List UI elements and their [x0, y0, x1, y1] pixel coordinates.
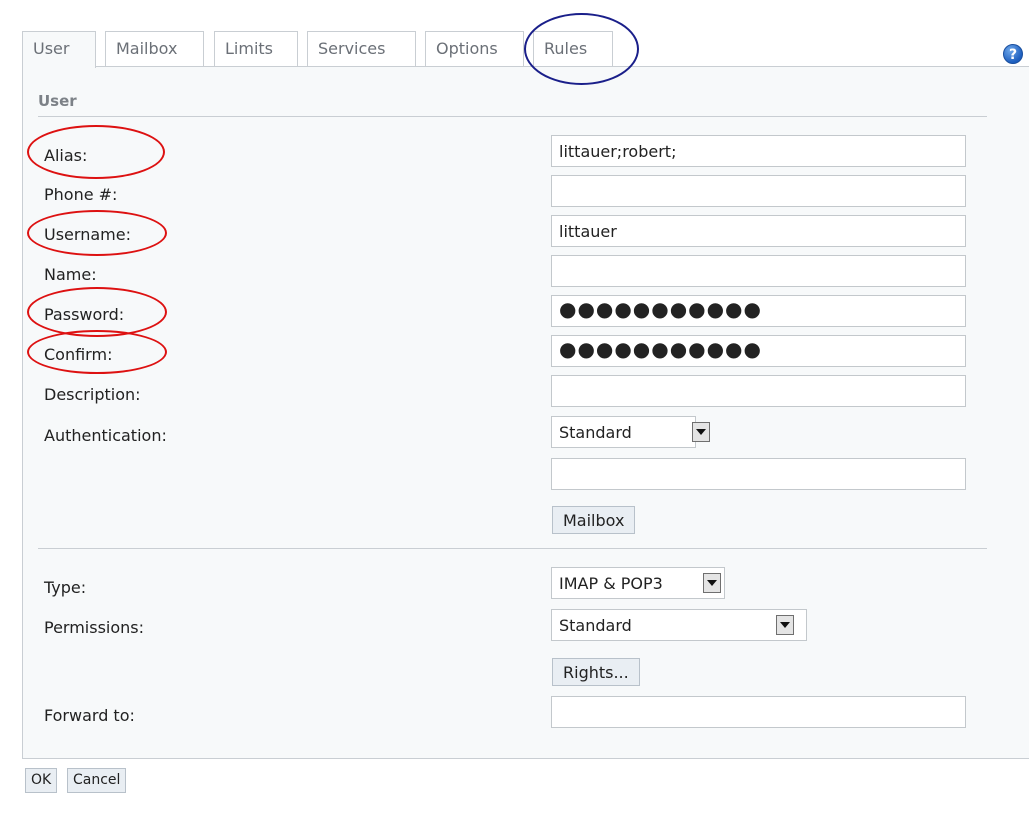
dropdown-arrow-icon[interactable] — [703, 573, 721, 593]
authentication-label: Authentication: — [44, 426, 167, 445]
dropdown-arrow-icon[interactable] — [692, 422, 710, 442]
tab-rules[interactable]: Rules — [533, 31, 613, 67]
help-icon[interactable]: ? — [1003, 44, 1023, 64]
forward-to-label: Forward to: — [44, 706, 135, 725]
permissions-label: Permissions: — [44, 618, 145, 637]
rights-button[interactable]: Rights... — [552, 658, 640, 686]
cancel-button[interactable]: Cancel — [67, 768, 127, 793]
ok-button[interactable]: OK — [25, 768, 58, 793]
type-selected: IMAP & POP3 — [559, 574, 663, 593]
form-divider — [38, 548, 987, 549]
authentication-select[interactable]: Standard — [551, 416, 710, 448]
permissions-select[interactable]: Standard — [551, 609, 807, 641]
type-select[interactable]: IMAP & POP3 — [551, 567, 725, 599]
user-panel — [22, 66, 1029, 759]
authentication-extra-field[interactable] — [551, 458, 966, 490]
type-label: Type: — [44, 578, 87, 597]
confirm-field[interactable]: ●●●●●●●●●●● — [551, 335, 966, 367]
phone-field[interactable] — [551, 175, 966, 207]
forward-to-field[interactable] — [551, 696, 966, 728]
tab-user[interactable]: User — [22, 31, 96, 68]
tab-options[interactable]: Options — [425, 31, 524, 67]
alias-label: Alias: — [44, 146, 88, 165]
alias-field[interactable]: littauer;robert; — [551, 135, 966, 167]
tab-services[interactable]: Services — [307, 31, 416, 67]
password-field[interactable]: ●●●●●●●●●●● — [551, 295, 966, 327]
username-field[interactable]: littauer — [551, 215, 966, 247]
mailbox-button[interactable]: Mailbox — [552, 506, 636, 534]
dropdown-arrow-icon[interactable] — [776, 615, 794, 635]
tab-limits[interactable]: Limits — [214, 31, 298, 67]
username-label: Username: — [44, 225, 131, 244]
phone-label: Phone #: — [44, 185, 118, 204]
permissions-selected: Standard — [559, 616, 632, 635]
name-label: Name: — [44, 265, 97, 284]
confirm-label: Confirm: — [44, 345, 113, 364]
description-field[interactable] — [551, 375, 966, 407]
name-field[interactable] — [551, 255, 966, 287]
authentication-selected: Standard — [559, 423, 632, 442]
section-title: User — [38, 92, 77, 110]
section-divider — [38, 116, 987, 117]
password-label: Password: — [44, 305, 125, 324]
description-label: Description: — [44, 385, 141, 404]
tab-mailbox[interactable]: Mailbox — [105, 31, 204, 67]
